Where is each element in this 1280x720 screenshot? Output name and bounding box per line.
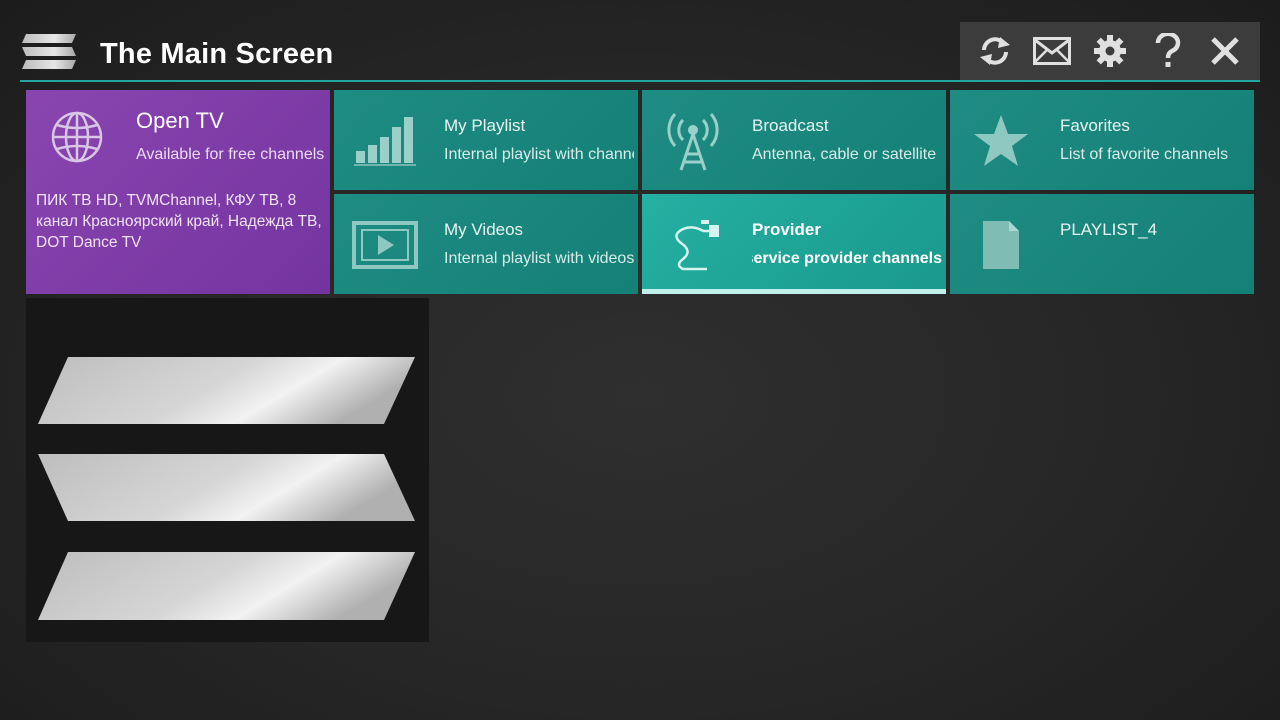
tile-title: Open TV bbox=[136, 108, 224, 133]
tile-broadcast[interactable]: Broadcast Antenna, cable or satellite bbox=[642, 90, 946, 190]
page-title: The Main Screen bbox=[100, 38, 334, 70]
close-button[interactable] bbox=[1200, 26, 1250, 76]
mail-icon bbox=[1033, 37, 1072, 65]
help-button[interactable] bbox=[1143, 26, 1193, 76]
tile-title: My Videos bbox=[444, 220, 524, 239]
close-icon bbox=[1211, 37, 1239, 65]
mail-button[interactable] bbox=[1027, 26, 1077, 76]
tile-title: Provider bbox=[752, 220, 821, 239]
star-icon bbox=[964, 108, 1038, 174]
document-icon bbox=[964, 212, 1038, 278]
tile-my-playlist[interactable]: My Playlist Internal playlist with chann… bbox=[334, 90, 638, 190]
tile-title: Favorites bbox=[1060, 116, 1130, 135]
tile-favorites[interactable]: Favorites List of favorite channels bbox=[950, 90, 1254, 190]
antenna-icon bbox=[656, 108, 730, 174]
tile-subtitle: Internal playlist with channels bbox=[444, 146, 634, 163]
channel-list: ПИК ТВ HD, TVMChannel, КФУ ТВ, 8 канал К… bbox=[36, 192, 322, 251]
hamburger-menu-icon bbox=[38, 357, 415, 620]
settings-button[interactable] bbox=[1085, 26, 1135, 76]
globe-icon bbox=[40, 104, 114, 170]
cable-icon bbox=[656, 212, 730, 278]
tile-provider[interactable]: Provider Your service provider channels bbox=[642, 194, 946, 294]
tile-title: Broadcast bbox=[752, 116, 829, 135]
menu-panel[interactable] bbox=[26, 298, 429, 642]
video-play-icon bbox=[348, 212, 422, 278]
tile-subtitle: List of favorite channels bbox=[1060, 146, 1229, 163]
header-divider bbox=[20, 80, 1260, 82]
tile-subtitle: Antenna, cable or satellite bbox=[752, 146, 937, 163]
tile-title: PLAYLIST_4 bbox=[1060, 220, 1158, 239]
hamburger-menu-icon[interactable] bbox=[22, 34, 76, 70]
tile-subtitle: Your service provider channels bbox=[752, 250, 942, 267]
signal-bars-icon bbox=[348, 108, 422, 174]
tile-subtitle: Available for free channels bbox=[136, 146, 325, 163]
tile-open-tv[interactable]: Open TV Available for free channels ПИК … bbox=[26, 90, 330, 294]
tile-playlist-4[interactable]: PLAYLIST_4 bbox=[950, 194, 1254, 294]
refresh-button[interactable] bbox=[970, 26, 1020, 76]
refresh-icon bbox=[979, 37, 1010, 65]
tile-subtitle: Internal playlist with videos bbox=[444, 250, 634, 267]
help-icon bbox=[1155, 33, 1180, 67]
selection-indicator bbox=[642, 289, 946, 294]
gear-icon bbox=[1093, 35, 1126, 67]
tile-title: My Playlist bbox=[444, 116, 526, 135]
tile-my-videos[interactable]: My Videos Internal playlist with videos bbox=[334, 194, 638, 294]
main-screen: The Main Screen Open TV Available for fr… bbox=[0, 0, 1280, 720]
toolbar bbox=[960, 22, 1260, 80]
